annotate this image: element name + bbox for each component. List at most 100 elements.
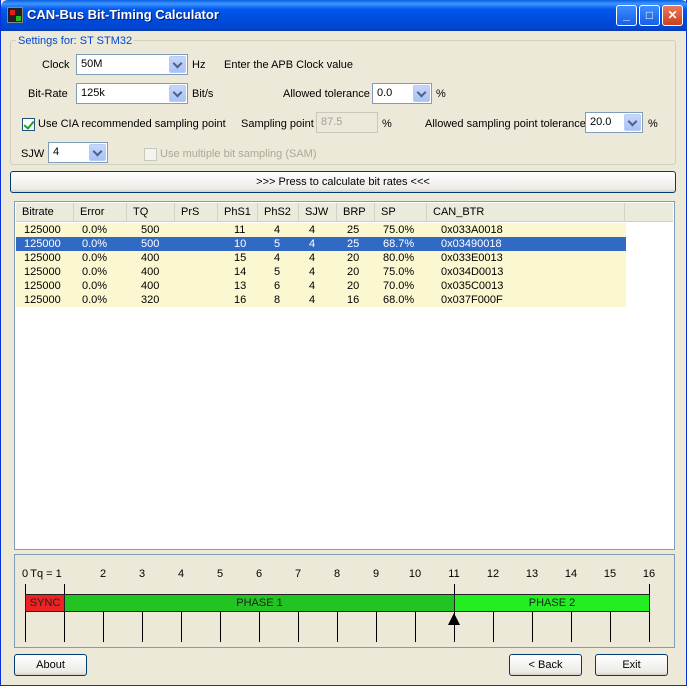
table-cell: 0.0% [82, 238, 108, 250]
column-header[interactable]: CAN_BTR [427, 203, 625, 222]
table-cell: 4 [309, 266, 316, 278]
clock-hint: Enter the APB Clock value [224, 59, 354, 71]
table-cell: 4 [274, 252, 281, 264]
table-cell: 14 [234, 266, 247, 278]
tq-grid-line [415, 612, 416, 642]
sp-tolerance-value: 20.0 [590, 116, 612, 128]
column-header[interactable]: BRP [337, 203, 375, 222]
tolerance-value: 0.0 [377, 87, 393, 99]
chevron-down-icon[interactable] [624, 114, 641, 131]
column-header[interactable]: PhS2 [258, 203, 299, 222]
table-row[interactable]: 125000 0.0% 500 10 5 4 25 68.7% 0x03490018 [16, 237, 626, 251]
table-cell: 5 [274, 266, 281, 278]
table-cell: 16 [234, 294, 247, 306]
table-cell: 125000 [24, 280, 61, 292]
maximize-button[interactable]: □ [639, 5, 660, 26]
settings-legend: Settings for: ST STM32 [16, 35, 135, 47]
chevron-down-icon[interactable] [169, 85, 186, 102]
table-cell: 400 [141, 266, 160, 278]
tq-grid-line [259, 612, 260, 642]
table-cell: 500 [141, 224, 160, 236]
table-cell: 20 [347, 266, 360, 278]
sp-tolerance-combo[interactable]: 20.0 [585, 112, 643, 133]
sjw-combo[interactable]: 4 [48, 142, 108, 163]
table-cell: 70.0% [383, 280, 415, 292]
table-cell: 125000 [24, 294, 61, 306]
clock-combo[interactable]: 50M [76, 54, 188, 75]
sampling-point-value: 87.5 [321, 116, 343, 128]
table-cell: 16 [347, 294, 360, 306]
bitrate-value: 125k [81, 87, 105, 99]
sjw-label: SJW [21, 148, 45, 160]
tq-grid-line [337, 612, 338, 642]
table-row[interactable]: 125000 0.0% 320 16 8 4 16 68.0% 0x037F000F [16, 293, 626, 307]
table-cell: 4 [274, 224, 281, 236]
results-table[interactable]: Bitrate Error TQ PrS PhS1 PhS2 SJW BRP SP CAN_BTR… [14, 201, 675, 550]
about-button[interactable]: About [14, 654, 87, 676]
cia-label[interactable]: Use CIA recommended sampling point [38, 118, 226, 130]
table-cell: 75.0% [383, 224, 415, 236]
column-header[interactable]: Error [74, 203, 127, 222]
bitrate-label: Bit-Rate [28, 88, 68, 100]
main-window: CAN-Bus Bit-Timing Calculator _ □ ✕ Sett… [0, 0, 687, 686]
table-cell: 125000 [24, 224, 61, 236]
cia-checkbox[interactable] [22, 118, 35, 131]
table-row[interactable]: 125000 0.0% 400 13 6 4 20 70.0% 0x035C0013 [16, 279, 626, 293]
exit-button[interactable]: Exit [595, 654, 668, 676]
table-cell: 0x037F000F [441, 294, 503, 306]
sam-checkbox [144, 148, 157, 161]
column-header[interactable]: SJW [299, 203, 337, 222]
title-bar[interactable]: CAN-Bus Bit-Timing Calculator _ □ ✕ [1, 0, 687, 31]
tq-grid-line [610, 612, 611, 642]
column-header[interactable]: PrS [175, 203, 218, 222]
bitrate-unit: Bit/s [192, 88, 214, 100]
table-cell: 0x033E0013 [441, 252, 503, 264]
clock-unit: Hz [192, 59, 206, 71]
chevron-down-icon[interactable] [89, 144, 106, 161]
table-cell: 0.0% [82, 252, 108, 264]
table-row[interactable]: 125000 0.0% 400 15 4 4 20 80.0% 0x033E0013 [16, 251, 626, 265]
tolerance-combo[interactable]: 0.0 [372, 83, 432, 104]
tq-grid-line [25, 584, 26, 642]
table-cell: 15 [234, 252, 247, 264]
calculate-button[interactable]: >>> Press to calculate bit rates <<< [10, 171, 676, 193]
sampling-point-label: Sampling point [241, 118, 314, 130]
table-cell: 125000 [24, 252, 61, 264]
bitrate-combo[interactable]: 125k [76, 83, 188, 104]
table-cell: 10 [234, 238, 247, 250]
column-header[interactable]: PhS1 [218, 203, 258, 222]
table-cell: 6 [274, 280, 281, 292]
table-cell: 20 [347, 280, 360, 292]
back-button[interactable]: < Back [509, 654, 582, 676]
sampling-point-field: 87.5 [316, 112, 378, 133]
chevron-down-icon[interactable] [169, 56, 186, 73]
sync-segment: SYNC [25, 594, 65, 612]
table-cell: 25 [347, 238, 360, 250]
table-header: Bitrate Error TQ PrS PhS1 PhS2 SJW BRP SP CAN_BTR [16, 203, 673, 222]
window-title: CAN-Bus Bit-Timing Calculator [27, 7, 219, 22]
tolerance-label: Allowed tolerance [283, 88, 370, 100]
tq-grid-line [571, 612, 572, 642]
table-row[interactable]: 125000 0.0% 500 11 4 4 25 75.0% 0x033A0018 [16, 223, 626, 237]
column-header[interactable]: Bitrate [16, 203, 74, 222]
table-cell: 125000 [24, 238, 61, 250]
clock-label: Clock [42, 59, 70, 71]
table-cell: 13 [234, 280, 247, 292]
table-cell: 8 [274, 294, 281, 306]
minimize-button[interactable]: _ [616, 5, 637, 26]
tq-grid-line [376, 612, 377, 642]
phase1-segment: PHASE 1 [64, 594, 455, 612]
sjw-value: 4 [53, 146, 60, 158]
chevron-down-icon[interactable] [413, 85, 430, 102]
tq-grid-line [103, 612, 104, 642]
table-row[interactable]: 125000 0.0% 400 14 5 4 20 75.0% 0x034D0013 [16, 265, 626, 279]
tq-grid-line [532, 612, 533, 642]
table-cell: 4 [309, 224, 316, 236]
tq-grid-line [64, 584, 65, 642]
table-cell: 75.0% [383, 266, 415, 278]
column-header[interactable]: SP [375, 203, 427, 222]
column-header[interactable]: TQ [127, 203, 175, 222]
close-button[interactable]: ✕ [662, 5, 683, 26]
clock-value: 50M [81, 58, 103, 70]
table-cell: 68.7% [383, 238, 415, 250]
